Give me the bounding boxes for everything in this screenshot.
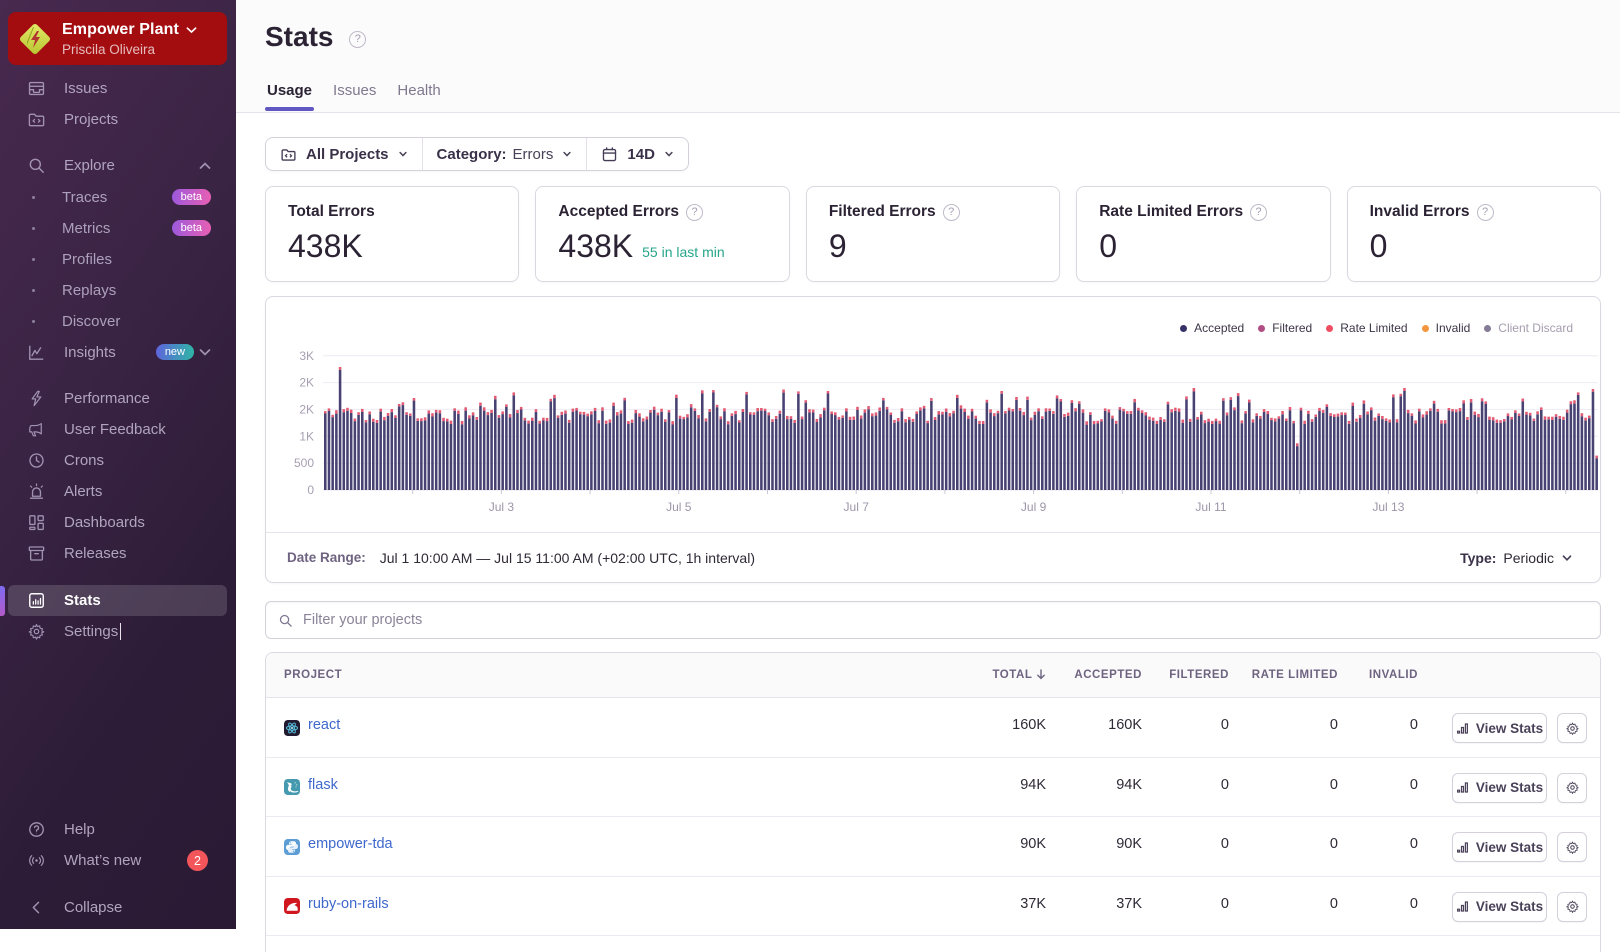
svg-text:1K: 1K: [299, 429, 314, 443]
svg-text:2K: 2K: [299, 402, 314, 416]
svg-text:3K: 3K: [299, 349, 314, 363]
svg-text:0: 0: [307, 483, 314, 497]
svg-text:Jul 5: Jul 5: [666, 500, 692, 514]
svg-text:Jul 11: Jul 11: [1195, 500, 1226, 514]
svg-text:500: 500: [294, 456, 314, 470]
svg-text:Jul 13: Jul 13: [1372, 500, 1404, 514]
svg-text:Jul 3: Jul 3: [489, 500, 515, 514]
svg-text:Jul 9: Jul 9: [1021, 500, 1047, 514]
svg-text:Jul 7: Jul 7: [844, 500, 870, 514]
svg-text:2K: 2K: [299, 376, 314, 390]
